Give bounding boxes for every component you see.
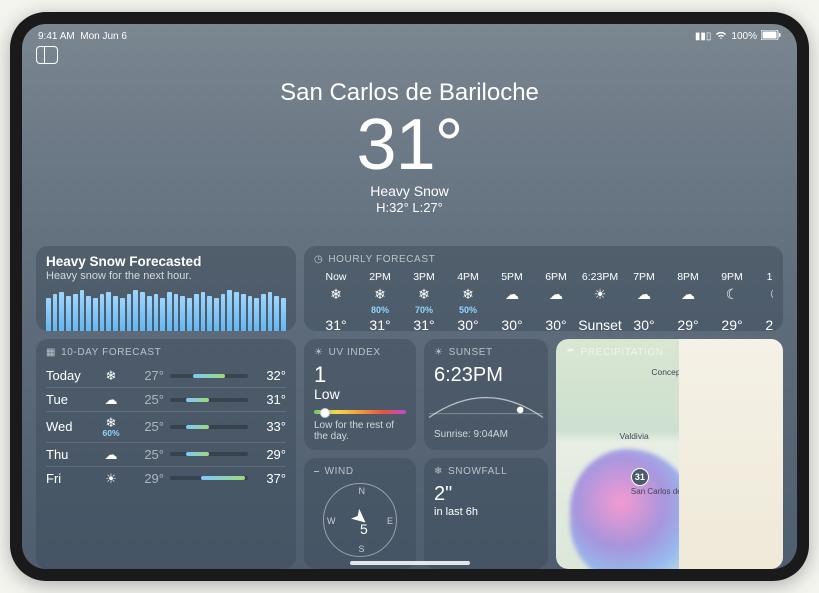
current-location-pin[interactable]: 31 San Carlos de Bariloche (631, 468, 717, 496)
daily-row[interactable]: Thu ☁︎ 25° .bar[style*='--s:20%']::after… (46, 442, 286, 466)
cloud-icon: ☁︎ (96, 393, 126, 406)
hourly-header: ◷ HOURLY FORECAST (314, 254, 773, 265)
status-time: 9:41 AM Mon Jun 6 (38, 31, 127, 42)
hour-cell[interactable]: 7PM ☁︎ 30° (622, 271, 666, 331)
sunset-time: 6:23PM (434, 364, 538, 387)
cloud-icon: ☁︎ (96, 448, 126, 461)
current-condition: Heavy Snow (22, 183, 797, 199)
sunset-icon: ☀︎ (434, 347, 444, 358)
cloud-icon: ☁︎ (505, 285, 519, 303)
compass: NE SW ➤ 5 (323, 483, 397, 557)
current-temp: 31° (22, 109, 797, 181)
snow-icon: ❄︎60% (96, 416, 126, 438)
snow-icon: ❄︎ (330, 285, 342, 303)
snow-icon: ❄︎ (374, 285, 386, 303)
night-cloud-icon: ☁︎ (681, 285, 695, 303)
home-indicator[interactable] (350, 561, 470, 565)
sidebar-toggle-button[interactable] (36, 46, 58, 64)
uv-level: Low (314, 386, 406, 402)
umbrella-icon: ☂︎ (566, 347, 576, 358)
map-city-label: Concepción (651, 367, 696, 377)
uv-value: 1 (314, 364, 406, 386)
snow-icon: ❄︎ (418, 285, 430, 303)
uv-spectrum (314, 410, 406, 414)
sunset-icon: ☀︎ (594, 285, 607, 303)
weather-app-screen: 9:41 AM Mon Jun 6 ▮▮▯ 100% San Carlos de… (22, 24, 797, 569)
daily-row[interactable]: Fri ☀︎ 29° .bar[style*='--s:40%']::after… (46, 466, 286, 490)
sun-icon: ☀︎ (314, 347, 324, 358)
battery-icon (761, 30, 781, 43)
wind-icon: ⎯ (314, 466, 320, 477)
snowflake-icon: ❄︎ (434, 466, 443, 477)
snow-icon: ❄︎ (462, 285, 474, 303)
current-conditions[interactable]: San Carlos de Bariloche 31° Heavy Snow H… (22, 43, 797, 215)
wifi-icon (715, 30, 727, 43)
minute-forecast-card[interactable]: Heavy Snow Forecasted Heavy snow for the… (36, 246, 296, 331)
clock-icon: ◷ (314, 254, 323, 265)
night-cloud-icon: ☁︎ (637, 285, 651, 303)
hourly-row[interactable]: Now ❄︎ 31°2PM ❄︎ 80% 31°3PM ❄︎ 70% 31°4P… (314, 271, 773, 331)
ipad-frame: 9:41 AM Mon Jun 6 ▮▮▯ 100% San Carlos de… (10, 12, 809, 581)
daily-row[interactable]: Wed ❄︎60% 25° .bar[style*='--s:20%']::af… (46, 411, 286, 442)
signal-icon: ▮▮▯ (695, 31, 712, 42)
hour-cell[interactable]: 6:23PM ☀︎ Sunset (578, 271, 622, 331)
hour-cell[interactable]: 2PM ❄︎ 80% 31° (358, 271, 402, 331)
sun-arc (424, 389, 548, 427)
hourly-forecast-card[interactable]: ◷ HOURLY FORECAST Now ❄︎ 31°2PM ❄︎ 80% 3… (304, 246, 783, 331)
battery-text: 100% (731, 31, 757, 42)
uv-note: Low for the rest of the day. (314, 420, 406, 442)
uv-index-card[interactable]: ☀︎UV INDEX 1 Low Low for the rest of the… (304, 339, 416, 450)
snowfall-value: 2" (434, 483, 538, 506)
hour-cell[interactable]: 4PM ❄︎ 50% 30° (446, 271, 490, 331)
hour-cell[interactable]: 6PM ☁︎ 30° (534, 271, 578, 331)
sun-icon: ☀︎ (96, 472, 126, 485)
wind-card[interactable]: ⎯WIND NE SW ➤ 5 (304, 458, 416, 569)
night-icon: ☾ (726, 285, 739, 303)
daily-header: ▦ 10-DAY FORECAST (46, 347, 286, 358)
daily-row[interactable]: Today ❄︎ 27° .bar[style*='--s:30%']::aft… (46, 364, 286, 387)
minute-bars (46, 290, 286, 331)
snow-icon: ❄︎ (96, 369, 126, 382)
map-city-label: Valdivia (620, 431, 649, 441)
hour-cell[interactable]: 8PM ☁︎ 29° (666, 271, 710, 331)
location-name: San Carlos de Bariloche (22, 79, 797, 107)
precipitation-map-card[interactable]: ☂︎PRECIPITATION ConcepciónValdiviaARGENT… (556, 339, 783, 569)
status-right: ▮▮▯ 100% (695, 30, 781, 43)
map[interactable]: Concepción Valdivia ARGENTIN 31 San Carlos… (556, 339, 783, 569)
calendar-icon: ▦ (46, 347, 56, 358)
snowfall-sub: in last 6h (434, 506, 538, 518)
hi-lo: H:32° L:27° (22, 200, 797, 215)
map-city-label: ARGENTIN (719, 422, 763, 432)
cloud-icon: ☁︎ (549, 285, 563, 303)
status-bar: 9:41 AM Mon Jun 6 ▮▮▯ 100% (22, 24, 797, 43)
snowfall-card[interactable]: ❄︎SNOWFALL 2" in last 6h (424, 458, 548, 569)
daily-row[interactable]: Tue ☁︎ 25° .bar[style*='--s:20%']::after… (46, 387, 286, 411)
sunrise-text: Sunrise: 9:04AM (434, 429, 538, 440)
hour-cell[interactable]: 9PM ☾ 29° (710, 271, 754, 331)
daily-forecast-card[interactable]: ▦ 10-DAY FORECAST Today ❄︎ 27° .bar[styl… (36, 339, 296, 569)
minute-title: Heavy Snow Forecasted (46, 254, 286, 269)
hour-cell[interactable]: 5PM ☁︎ 30° (490, 271, 534, 331)
hour-cell[interactable]: 3PM ❄︎ 70% 31° (402, 271, 446, 331)
minute-subtitle: Heavy snow for the next hour. (46, 270, 286, 282)
hour-cell[interactable]: Now ❄︎ 31° (314, 271, 358, 331)
night-icon: ☾ (770, 285, 773, 303)
sunset-card[interactable]: ☀︎SUNSET 6:23PM Sunrise: 9:04AM (424, 339, 548, 450)
hour-cell[interactable]: 10P ☾ 29° (754, 271, 773, 331)
